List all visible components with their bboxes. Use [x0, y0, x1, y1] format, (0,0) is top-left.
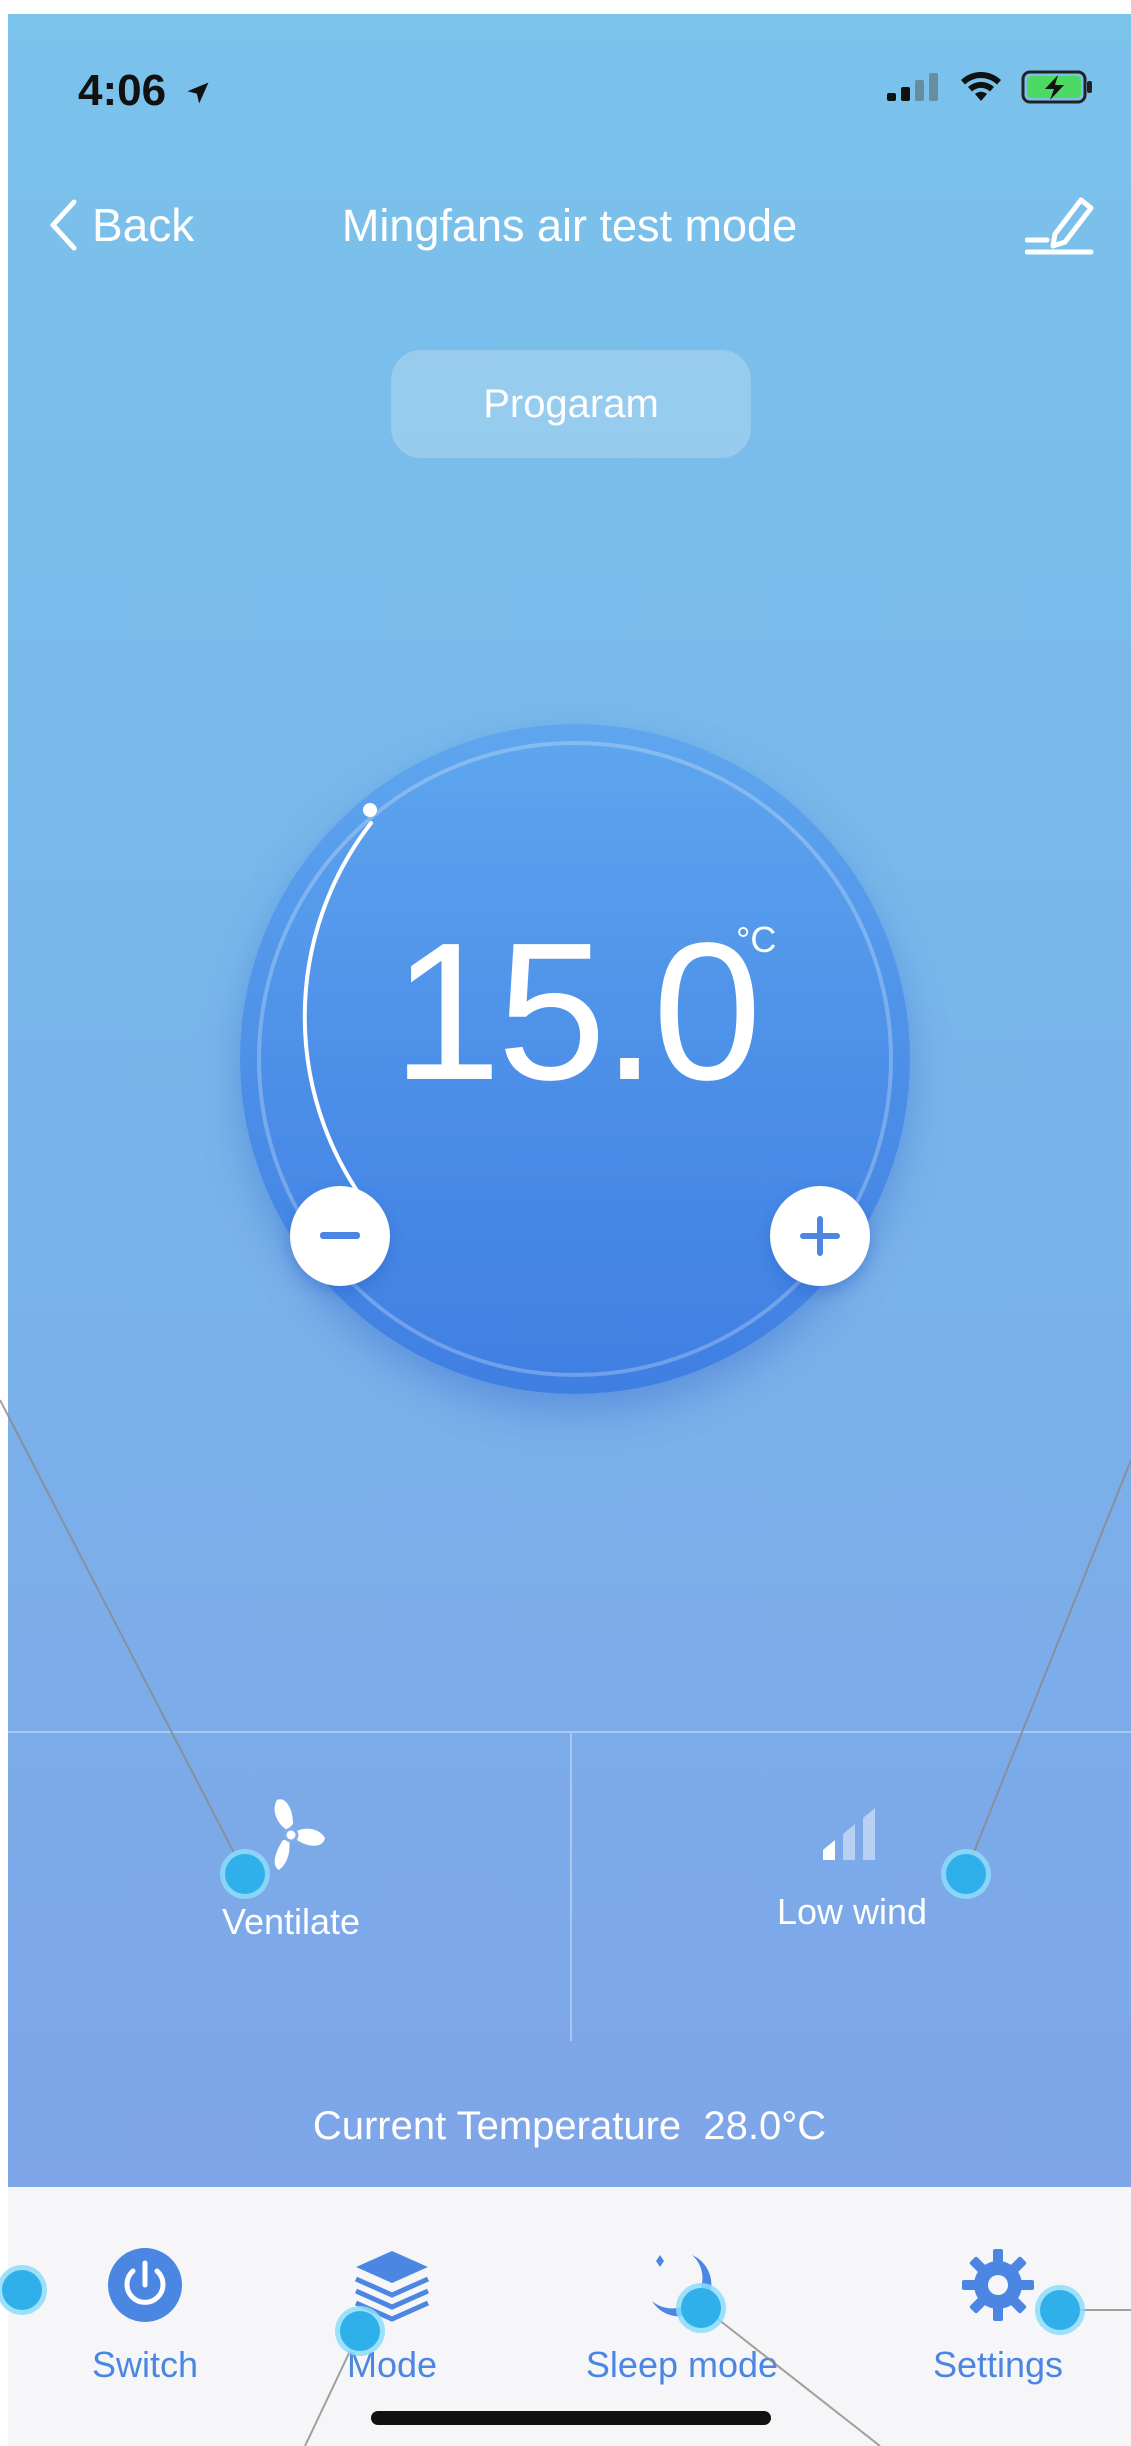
tab-switch-label: Switch	[91, 2344, 199, 2385]
app-screen: 4:06 Back Mingfans air test mode Progara…	[8, 14, 1131, 2446]
status-time: 4:06	[78, 66, 212, 116]
gear-icon	[962, 2249, 1034, 2321]
home-indicator	[371, 2411, 771, 2425]
page-title: Mingfans air test mode	[341, 200, 798, 251]
status-time-text: 4:06	[78, 66, 167, 115]
tab-mode-label: Mode	[346, 2344, 438, 2385]
wifi-icon	[961, 72, 1001, 101]
plus-icon	[800, 1216, 840, 1256]
status-indicators	[887, 70, 1095, 104]
edit-button[interactable]	[1024, 192, 1095, 261]
mode-low-wind[interactable]: Low wind	[572, 1794, 1131, 1933]
current-temperature-value: 28.0°C	[703, 2104, 827, 2148]
temperature-unit: °C	[736, 919, 777, 960]
location-arrow-icon	[187, 82, 209, 104]
annotation-dot	[2, 2270, 42, 2310]
increase-temperature-button[interactable]	[770, 1186, 870, 1286]
fan-icon	[274, 1799, 325, 1870]
current-temperature: Current Temperature 28.0°C	[8, 2104, 1131, 2149]
minus-icon	[320, 1232, 360, 1239]
tab-switch[interactable]: Switch	[15, 2247, 275, 2386]
battery-charging-icon	[1021, 70, 1092, 104]
thermostat-dial[interactable]: 15.0 °C	[230, 714, 920, 1404]
annotation-dot	[946, 1854, 986, 1894]
dial-handle[interactable]	[363, 803, 377, 817]
mode-low-wind-label: Low wind	[776, 1891, 928, 1932]
current-temperature-label: Current Temperature	[312, 2104, 682, 2148]
tab-sleep-mode-label: Sleep mode	[585, 2344, 779, 2385]
tab-settings[interactable]: Settings	[868, 2247, 1128, 2386]
annotation-dot	[681, 2288, 721, 2328]
tab-mode[interactable]: Mode	[262, 2247, 522, 2386]
mode-ventilate[interactable]: Ventilate	[11, 1794, 571, 1943]
power-icon	[108, 2248, 182, 2322]
tab-settings-label: Settings	[932, 2344, 1064, 2385]
annotation-dot	[1040, 2290, 1080, 2330]
tab-bar: Switch Mode Sleep mode Settings	[8, 2187, 1131, 2446]
pencil-icon	[1024, 197, 1094, 255]
wind-level-icon	[823, 1808, 875, 1860]
annotation-dot	[225, 1854, 265, 1894]
set-temperature: 15.0	[392, 902, 761, 1121]
mode-ventilate-label: Ventilate	[221, 1901, 361, 1942]
signal-icon	[887, 73, 938, 101]
annotation-dot	[340, 2311, 380, 2351]
program-button[interactable]: Progaram	[391, 350, 751, 458]
decrease-temperature-button[interactable]	[290, 1186, 390, 1286]
nav-bar: Back Mingfans air test mode	[8, 174, 1131, 274]
